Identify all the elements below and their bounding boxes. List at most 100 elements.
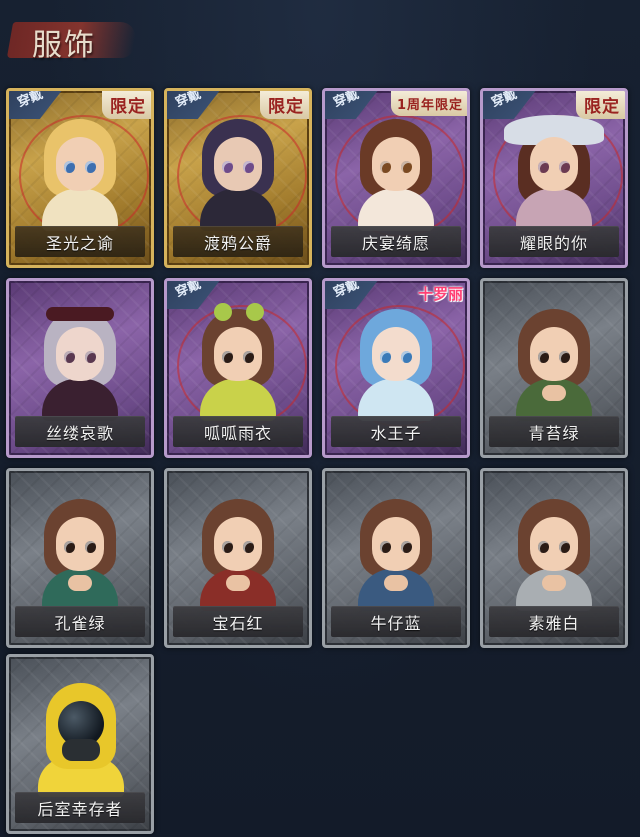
eye: [85, 161, 96, 173]
face: [214, 137, 262, 191]
costume-card-silk-elegy[interactable]: 丝缕哀歌: [6, 278, 154, 458]
page-title: 服饰: [32, 28, 96, 63]
face: [530, 327, 578, 381]
costume-card-elegant-white[interactable]: 素雅白: [480, 468, 628, 648]
limited-badge: 限定: [260, 91, 309, 119]
frog-eye-right: [246, 303, 264, 321]
character-portrait: [494, 303, 614, 421]
eye: [64, 541, 75, 553]
face: [56, 517, 104, 571]
eye: [85, 351, 96, 363]
eye: [538, 541, 549, 553]
eye: [538, 351, 549, 363]
gas-mask-filter: [62, 739, 100, 761]
frog-eye-left: [214, 303, 232, 321]
eye: [401, 161, 412, 173]
costume-card-peacock-green[interactable]: 孔雀绿: [6, 468, 154, 648]
character-portrait: [178, 303, 298, 421]
character-portrait: [494, 113, 614, 231]
costume-label-bar: 宝石红: [173, 606, 303, 637]
costume-card-water-prince[interactable]: 穿戴 十罗丽 水王子: [322, 278, 470, 458]
costume-label-bar: 庆宴绮愿: [331, 226, 461, 257]
eye: [538, 161, 549, 173]
costume-label-bar: 渡鸦公爵: [173, 226, 303, 257]
hands: [542, 385, 566, 401]
eye: [243, 351, 254, 363]
costume-label-bar: 圣光之谕: [15, 226, 145, 257]
hands: [226, 575, 250, 591]
brand-logo-badge: 十罗丽: [417, 285, 463, 303]
eye: [64, 351, 75, 363]
costume-name: 宝石红: [212, 614, 264, 633]
anniversary-limited-badge: 1周年限定: [390, 91, 467, 116]
eye: [222, 351, 233, 363]
eye: [401, 351, 412, 363]
outfit: [200, 189, 276, 231]
costume-label-bar: 水王子: [331, 416, 461, 447]
eye: [243, 161, 254, 173]
eye: [380, 351, 391, 363]
costume-name: 水王子: [370, 424, 422, 443]
eye: [380, 541, 391, 553]
character-portrait: [178, 113, 298, 231]
outfit: [358, 379, 434, 421]
face: [372, 327, 420, 381]
outfit: [42, 189, 118, 231]
section-header: 服饰: [6, 14, 140, 66]
character-portrait: [178, 493, 298, 611]
costume-name: 青苔绿: [528, 424, 580, 443]
face: [372, 137, 420, 191]
outfit: [42, 379, 118, 421]
costume-name: 牛仔蓝: [370, 614, 422, 633]
costume-card-dazzling-you[interactable]: 穿戴 限定 耀眼的你: [480, 88, 628, 268]
hands: [68, 575, 92, 591]
eye: [222, 541, 233, 553]
headpiece: [46, 307, 114, 321]
costume-card-denim-blue[interactable]: 牛仔蓝: [322, 468, 470, 648]
outfit: [358, 189, 434, 231]
costume-card-raven-duke[interactable]: 穿戴 限定 渡鸦公爵: [164, 88, 312, 268]
costume-name: 丝缕哀歌: [45, 424, 114, 443]
face: [530, 137, 578, 191]
costume-name: 庆宴绮愿: [361, 234, 430, 253]
costume-name: 素雅白: [528, 614, 580, 633]
face: [530, 517, 578, 571]
face: [372, 517, 420, 571]
face: [56, 327, 104, 381]
eye: [222, 161, 233, 173]
costume-label-bar: 丝缕哀歌: [15, 416, 145, 447]
eye: [559, 541, 570, 553]
costume-card-banquet-wish[interactable]: 穿戴 1周年限定 庆宴绮愿: [322, 88, 470, 268]
costume-label-bar: 素雅白: [489, 606, 619, 637]
face: [214, 517, 262, 571]
eye: [243, 541, 254, 553]
costume-label-bar: 牛仔蓝: [331, 606, 461, 637]
hands: [384, 575, 408, 591]
eye: [559, 161, 570, 173]
costume-label-bar: 耀眼的你: [489, 226, 619, 257]
eye: [401, 541, 412, 553]
character-portrait: [20, 303, 140, 421]
costume-card-frog-raincoat[interactable]: 穿戴 呱呱雨衣: [164, 278, 312, 458]
costume-card-moss-green[interactable]: 青苔绿: [480, 278, 628, 458]
limited-badge: 限定: [576, 91, 625, 119]
character-portrait: [20, 493, 140, 611]
eye: [64, 161, 75, 173]
costume-card-ruby-red[interactable]: 宝石红: [164, 468, 312, 648]
costume-name: 圣光之谕: [45, 234, 114, 253]
costume-name: 耀眼的你: [519, 234, 588, 253]
eye: [380, 161, 391, 173]
eye: [85, 541, 96, 553]
face: [214, 327, 262, 381]
eye: [559, 351, 570, 363]
costume-label-bar: 孔雀绿: [15, 606, 145, 637]
costume-card-holy-light[interactable]: 穿戴 限定 圣光之谕: [6, 88, 154, 268]
character-portrait: [20, 679, 140, 797]
costume-name: 渡鸦公爵: [203, 234, 272, 253]
character-portrait: [20, 113, 140, 231]
costume-name: 孔雀绿: [54, 614, 106, 633]
costume-card-backrooms-survivor[interactable]: 后室幸存者: [6, 654, 154, 834]
limited-badge: 限定: [102, 91, 151, 119]
character-portrait: [336, 493, 456, 611]
character-portrait: [336, 113, 456, 231]
